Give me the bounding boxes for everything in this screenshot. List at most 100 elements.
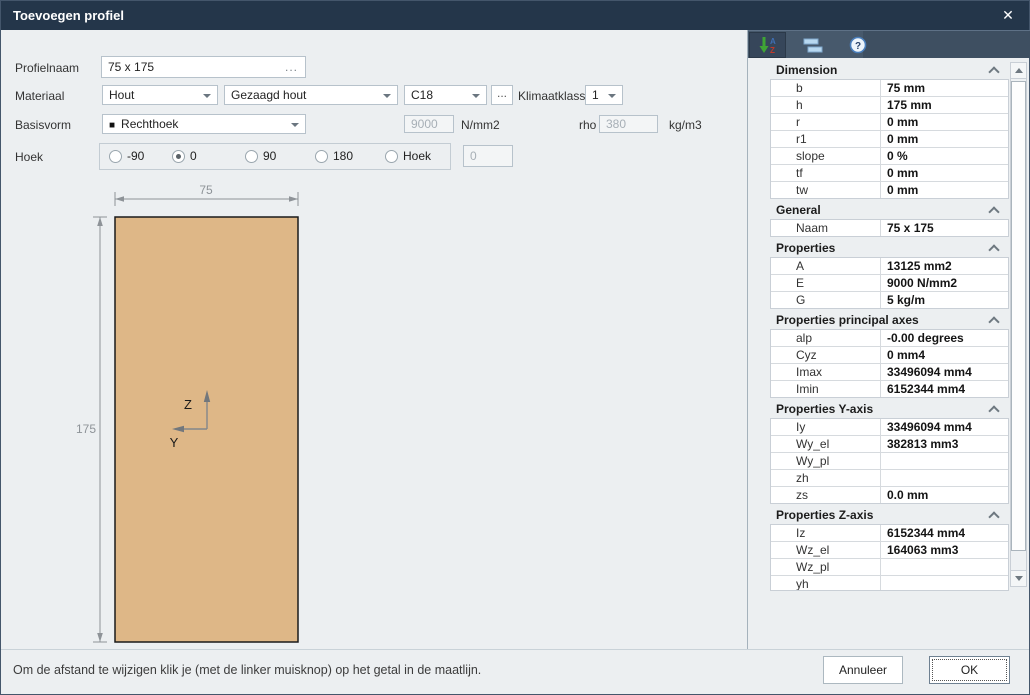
ok-button[interactable]: OK xyxy=(929,656,1010,684)
property-row[interactable]: yh xyxy=(771,576,1008,590)
categorized-view-icon[interactable] xyxy=(794,32,831,58)
property-row[interactable]: zh xyxy=(771,470,1008,487)
property-value[interactable]: -0.00 degrees xyxy=(881,330,1008,346)
property-name[interactable]: Iy xyxy=(771,419,881,435)
property-name[interactable]: b xyxy=(771,80,881,96)
property-row[interactable]: r1 0 mm xyxy=(771,131,1008,148)
hoek-radio-0[interactable]: 0 xyxy=(172,149,197,163)
property-value[interactable]: 0.0 mm xyxy=(881,487,1008,503)
property-section-header[interactable]: Properties principal axes xyxy=(770,312,1009,329)
property-row[interactable]: alp -0.00 degrees xyxy=(771,330,1008,347)
property-value[interactable]: 164063 mm3 xyxy=(881,542,1008,558)
profile-name-field[interactable]: 75 x 175 ... xyxy=(101,56,306,78)
property-value[interactable]: 75 x 175 xyxy=(881,220,1008,236)
property-value[interactable]: 33496094 mm4 xyxy=(881,419,1008,435)
property-name[interactable]: Wz_pl xyxy=(771,559,881,575)
property-name[interactable]: h xyxy=(771,97,881,113)
property-row[interactable]: h 175 mm xyxy=(771,97,1008,114)
property-name[interactable]: Cyz xyxy=(771,347,881,363)
property-name[interactable]: Imax xyxy=(771,364,881,380)
property-row[interactable]: tw 0 mm xyxy=(771,182,1008,199)
property-name[interactable]: E xyxy=(771,275,881,291)
property-value[interactable]: 382813 mm3 xyxy=(881,436,1008,452)
property-row[interactable]: slope 0 % xyxy=(771,148,1008,165)
property-section-header[interactable]: General xyxy=(770,202,1009,219)
property-name[interactable]: Wy_el xyxy=(771,436,881,452)
property-row[interactable]: Iy 33496094 mm4 xyxy=(771,419,1008,436)
property-value[interactable]: 5 kg/m xyxy=(881,292,1008,308)
property-row[interactable]: r0 mm xyxy=(771,114,1008,131)
radio-icon[interactable] xyxy=(109,149,122,163)
collapse-chevron-icon[interactable] xyxy=(988,244,1000,256)
property-row[interactable]: tf 0 mm xyxy=(771,165,1008,182)
property-name[interactable]: yh xyxy=(771,576,881,590)
collapse-chevron-icon[interactable] xyxy=(988,511,1000,523)
collapse-chevron-icon[interactable] xyxy=(988,66,1000,78)
radio-icon[interactable] xyxy=(385,149,398,163)
hoek-radio--90[interactable]: -90 xyxy=(109,149,144,163)
property-row[interactable]: G5 kg/m xyxy=(771,292,1008,309)
width-dimension-value[interactable]: 75 xyxy=(199,183,213,197)
property-name[interactable]: A xyxy=(771,258,881,274)
property-value[interactable] xyxy=(881,559,1008,575)
property-name[interactable]: Wy_pl xyxy=(771,453,881,469)
property-row[interactable]: Imax 33496094 mm4 xyxy=(771,364,1008,381)
property-name[interactable]: G xyxy=(771,292,881,308)
height-dimension-value[interactable]: 175 xyxy=(76,422,96,436)
hoek-radio-90[interactable]: 90 xyxy=(245,149,276,163)
property-name[interactable]: zs xyxy=(771,487,881,503)
radio-icon[interactable] xyxy=(315,149,328,163)
property-name[interactable]: zh xyxy=(771,470,881,486)
property-value[interactable]: 0 mm xyxy=(881,131,1008,147)
basisvorm-dropdown[interactable]: ■ Rechthoek xyxy=(102,114,306,134)
property-value[interactable] xyxy=(881,576,1008,590)
property-name[interactable]: slope xyxy=(771,148,881,164)
radio-icon[interactable] xyxy=(245,149,258,163)
property-row[interactable]: b 75 mm xyxy=(771,80,1008,97)
material-type-dropdown[interactable]: Hout xyxy=(102,85,218,105)
close-icon[interactable]: ✕ xyxy=(995,5,1021,26)
property-row[interactable]: Cyz 0 mm4 xyxy=(771,347,1008,364)
property-value[interactable] xyxy=(881,453,1008,469)
scrollbar-thumb[interactable] xyxy=(1011,81,1026,551)
property-value[interactable]: 0 mm xyxy=(881,114,1008,130)
scroll-down-button[interactable] xyxy=(1011,570,1026,586)
property-row[interactable]: A 13125 mm2 xyxy=(771,258,1008,275)
property-grid-scrollbar[interactable] xyxy=(1010,62,1027,587)
property-row[interactable]: Naam 75 x 175 xyxy=(771,220,1008,237)
property-value[interactable]: 0 mm xyxy=(881,182,1008,198)
material-grade-dropdown[interactable]: C18 xyxy=(404,85,487,105)
radio-icon[interactable] xyxy=(172,149,185,163)
property-name[interactable]: alp xyxy=(771,330,881,346)
property-section-header[interactable]: Properties Y-axis xyxy=(770,401,1009,418)
klimaatklasse-dropdown[interactable]: 1 xyxy=(585,85,623,105)
property-row[interactable]: Wz_el 164063 mm3 xyxy=(771,542,1008,559)
help-icon[interactable]: ? xyxy=(839,32,876,58)
property-name[interactable]: Naam xyxy=(771,220,881,236)
hoek-radio-hoek[interactable]: Hoek xyxy=(385,149,431,163)
property-name[interactable]: Wz_el xyxy=(771,542,881,558)
property-name[interactable]: r xyxy=(771,114,881,130)
property-value[interactable]: 0 mm4 xyxy=(881,347,1008,363)
property-name[interactable]: Imin xyxy=(771,381,881,397)
property-section-header[interactable]: Properties xyxy=(770,240,1009,257)
property-value[interactable]: 6152344 mm4 xyxy=(881,525,1008,541)
material-browse-button[interactable]: ... xyxy=(491,85,513,105)
property-row[interactable]: Imin 6152344 mm4 xyxy=(771,381,1008,398)
property-row[interactable]: Iz 6152344 mm4 xyxy=(771,525,1008,542)
property-value[interactable] xyxy=(881,470,1008,486)
property-name[interactable]: tf xyxy=(771,165,881,181)
property-value[interactable]: 0 mm xyxy=(881,165,1008,181)
property-row[interactable]: Wy_el 382813 mm3 xyxy=(771,436,1008,453)
profile-name-ellipsis-button[interactable]: ... xyxy=(285,57,298,77)
collapse-chevron-icon[interactable] xyxy=(988,206,1000,218)
property-row[interactable]: Wz_pl xyxy=(771,559,1008,576)
property-section-header[interactable]: Dimension xyxy=(770,62,1009,79)
property-value[interactable]: 33496094 mm4 xyxy=(881,364,1008,380)
property-section-header[interactable]: Properties Z-axis xyxy=(770,507,1009,524)
material-subtype-dropdown[interactable]: Gezaagd hout xyxy=(224,85,398,105)
property-value[interactable]: 175 mm xyxy=(881,97,1008,113)
sort-alphabetical-icon[interactable]: A Z xyxy=(749,32,786,58)
property-name[interactable]: tw xyxy=(771,182,881,198)
hoek-radio-180[interactable]: 180 xyxy=(315,149,353,163)
